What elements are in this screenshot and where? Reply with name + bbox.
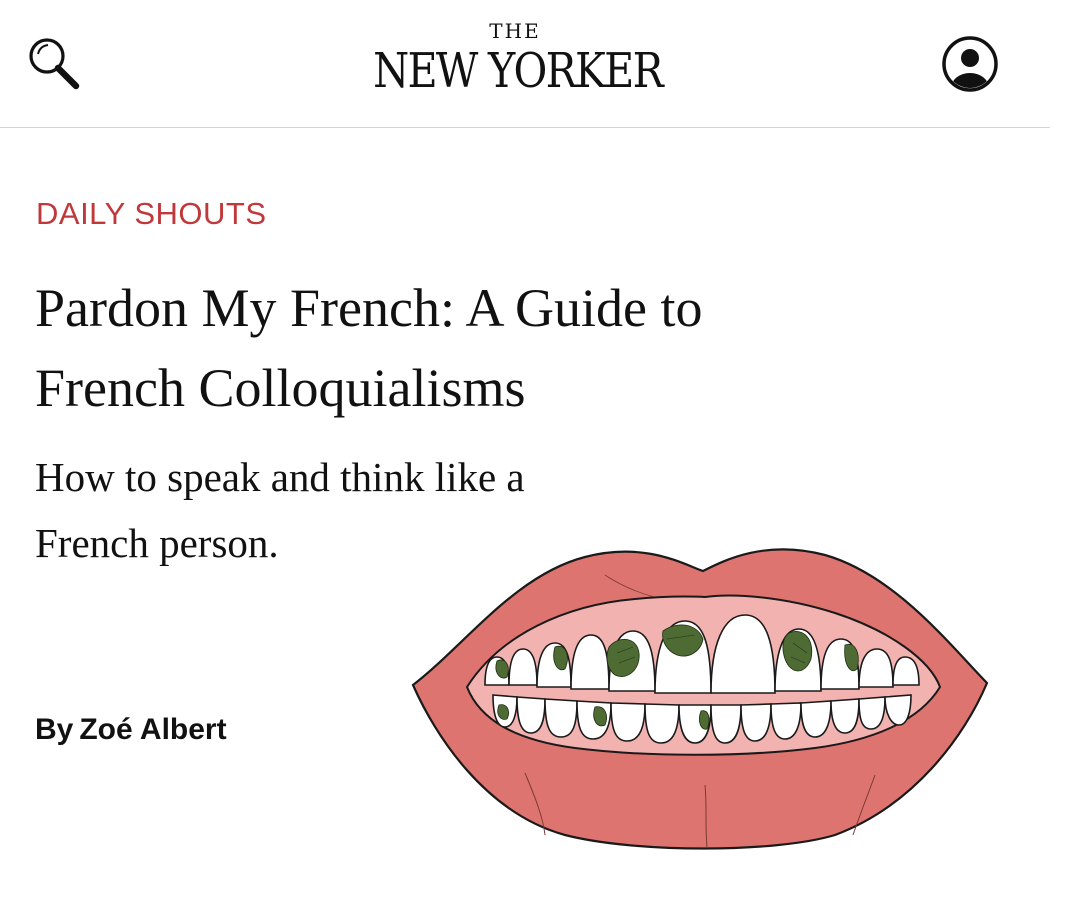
article-headline: Pardon My French: A Guide to French Coll… bbox=[35, 268, 915, 428]
logo-wordmark: NEW YORKER bbox=[373, 43, 664, 99]
rubric-link[interactable]: DAILY SHOUTS bbox=[36, 196, 267, 232]
author-link[interactable]: Zoé Albert bbox=[79, 713, 226, 746]
byline: By Zoé Albert bbox=[35, 713, 227, 747]
search-icon bbox=[29, 38, 80, 90]
dek-line-1: How to speak and think like a bbox=[35, 454, 525, 500]
user-account-icon bbox=[942, 36, 998, 92]
dek-line-2: French person. bbox=[35, 520, 279, 566]
account-button[interactable] bbox=[940, 34, 1000, 94]
byline-prefix: By bbox=[35, 713, 74, 746]
headline-line-1: Pardon My French: A Guide to bbox=[35, 278, 703, 338]
search-button[interactable] bbox=[24, 32, 84, 92]
site-header: THE NEW YORKER bbox=[0, 0, 1050, 128]
logo-the: THE bbox=[489, 19, 541, 43]
lips-teeth-illustration bbox=[411, 548, 989, 850]
headline-line-2: French Colloquialisms bbox=[35, 358, 526, 418]
new-yorker-logo[interactable]: THE NEW YORKER bbox=[350, 20, 680, 105]
